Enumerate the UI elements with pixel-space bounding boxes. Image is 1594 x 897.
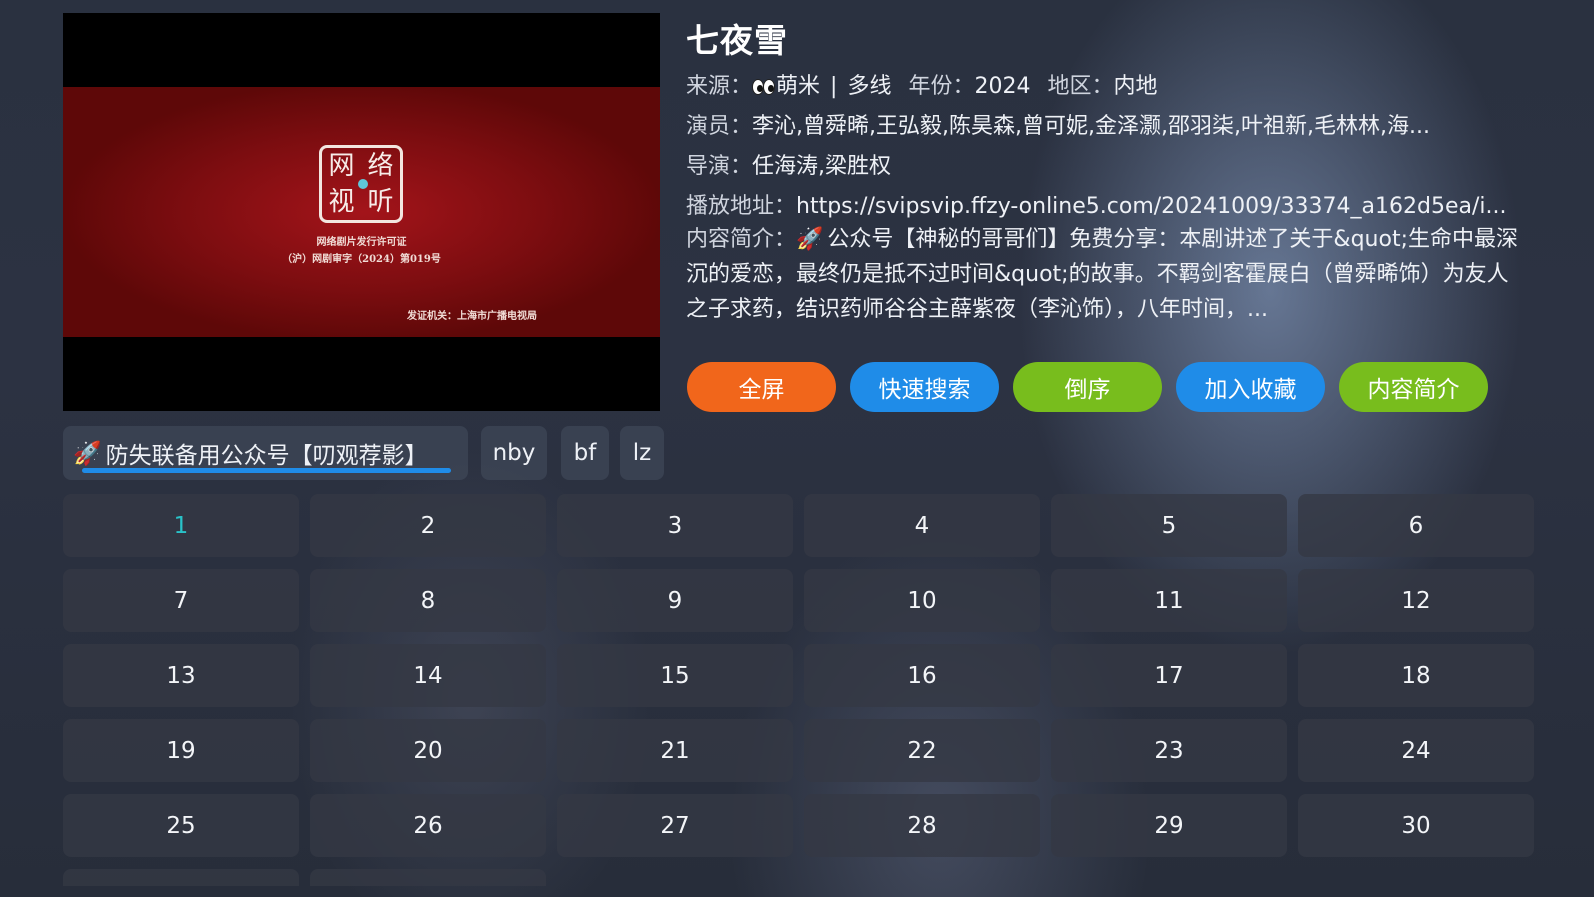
episode-button[interactable]: 13 <box>63 644 299 707</box>
episode-button[interactable]: 20 <box>310 719 546 782</box>
episode-button[interactable]: 25 <box>63 794 299 857</box>
episode-button[interactable]: 30 <box>1298 794 1534 857</box>
seal-char: 听 <box>367 187 394 217</box>
episode-button[interactable]: 24 <box>1298 719 1534 782</box>
video-title: 七夜雪 <box>686 21 788 60</box>
rocket-icon: 🚀 <box>73 440 102 467</box>
license-seal-logo: 网 络 视 听 <box>319 145 403 223</box>
play-url-label: 播放地址： <box>686 194 797 219</box>
director-label: 导演： <box>686 154 753 179</box>
episode-button[interactable]: 27 <box>557 794 793 857</box>
quick-search-button[interactable]: 快速搜索 <box>850 362 999 412</box>
seal-play-dot <box>358 179 368 189</box>
director-value: 任海涛,梁胜权 <box>752 154 892 179</box>
episode-button[interactable] <box>63 869 299 886</box>
description: 内容简介：🚀 公众号【神秘的哥哥们】免费分享：本剧讲述了关于&quot;生命中最深… <box>686 222 1526 327</box>
lines-value: 多线 <box>847 74 892 99</box>
episode-button[interactable]: 3 <box>557 494 793 557</box>
video-frame: 网 络 视 听 网络剧片发行许可证 （沪）网剧审字（2024）第019号 发证机… <box>63 87 660 337</box>
episode-grid: 1 2 3 4 5 6 7 8 9 10 11 12 13 14 15 16 17 18 19 20 21 22 23 24 2… <box>63 494 1534 886</box>
source-line: 来源： 萌米 | 多线 年份：2024 地区：内地 <box>686 68 1158 101</box>
year-label: 年份： <box>908 74 975 99</box>
description-label: 内容简介： <box>686 227 797 252</box>
episode-button[interactable]: 15 <box>557 644 793 707</box>
episode-button[interactable]: 12 <box>1298 569 1534 632</box>
play-url-line: 播放地址：https://svipsvip.ffzy-online5.com/2… <box>686 188 1507 220</box>
actors-label: 演员： <box>686 114 753 139</box>
source-label: 来源： <box>686 74 753 99</box>
year-value: 2024 <box>974 74 1031 99</box>
region-value: 内地 <box>1113 74 1158 99</box>
episode-button[interactable]: 14 <box>310 644 546 707</box>
seal-char: 络 <box>367 151 394 181</box>
content-intro-button[interactable]: 内容简介 <box>1339 362 1488 412</box>
source-tab-lz[interactable]: lz <box>620 426 664 480</box>
episode-button[interactable] <box>310 869 546 886</box>
license-number: （沪）网剧审字（2024）第019号 <box>282 254 441 265</box>
seal-char: 视 <box>328 187 355 217</box>
episode-button[interactable]: 6 <box>1298 494 1534 557</box>
seal-char: 网 <box>328 151 355 181</box>
episode-button[interactable]: 8 <box>310 569 546 632</box>
episode-button[interactable]: 23 <box>1051 719 1287 782</box>
episode-button[interactable]: 4 <box>804 494 1040 557</box>
add-favorite-button[interactable]: 加入收藏 <box>1176 362 1325 412</box>
episode-button[interactable]: 21 <box>557 719 793 782</box>
reverse-order-button[interactable]: 倒序 <box>1013 362 1162 412</box>
episode-button[interactable]: 9 <box>557 569 793 632</box>
region-label: 地区： <box>1047 74 1114 99</box>
source-tab-bf[interactable]: bf <box>561 426 609 480</box>
license-title: 网络剧片发行许可证 <box>316 237 407 248</box>
director-line: 导演：任海涛,梁胜权 <box>686 148 891 180</box>
actors-line: 演员：李沁,曾舜晞,王弘毅,陈昊森,曾可妮,金泽灏,邵羽柒,叶祖新,毛林林,海.… <box>686 108 1430 140</box>
source-tab-label: 防失联备用公众号【叨观荐影】 <box>105 443 428 469</box>
episode-button[interactable]: 5 <box>1051 494 1287 557</box>
active-tab-indicator <box>82 468 451 473</box>
actors-value: 李沁,曾舜晞,王弘毅,陈昊森,曾可妮,金泽灏,邵羽柒,叶祖新,毛林林,海... <box>752 114 1430 139</box>
episode-button[interactable]: 26 <box>310 794 546 857</box>
source-value: 萌米 <box>776 74 821 99</box>
episode-button[interactable]: 16 <box>804 644 1040 707</box>
rocket-icon: 🚀 <box>796 227 824 252</box>
eyes-icon <box>752 76 776 101</box>
episode-button[interactable]: 29 <box>1051 794 1287 857</box>
episode-button[interactable]: 17 <box>1051 644 1287 707</box>
video-player[interactable]: 网 络 视 听 网络剧片发行许可证 （沪）网剧审字（2024）第019号 发证机… <box>63 13 660 411</box>
divider: | <box>830 74 838 99</box>
episode-button[interactable]: 18 <box>1298 644 1534 707</box>
source-tab-nby[interactable]: nby <box>481 426 547 480</box>
episode-button[interactable]: 19 <box>63 719 299 782</box>
episode-button[interactable]: 11 <box>1051 569 1287 632</box>
license-issuer: 发证机关：上海市广播电视局 <box>407 311 537 322</box>
episode-button[interactable]: 22 <box>804 719 1040 782</box>
episode-button[interactable]: 2 <box>310 494 546 557</box>
episode-button[interactable]: 28 <box>804 794 1040 857</box>
episode-button[interactable]: 10 <box>804 569 1040 632</box>
fullscreen-button[interactable]: 全屏 <box>687 362 836 412</box>
play-url-value: https://svipsvip.ffzy-online5.com/202410… <box>796 194 1507 219</box>
episode-button[interactable]: 1 <box>63 494 299 557</box>
episode-button[interactable]: 7 <box>63 569 299 632</box>
